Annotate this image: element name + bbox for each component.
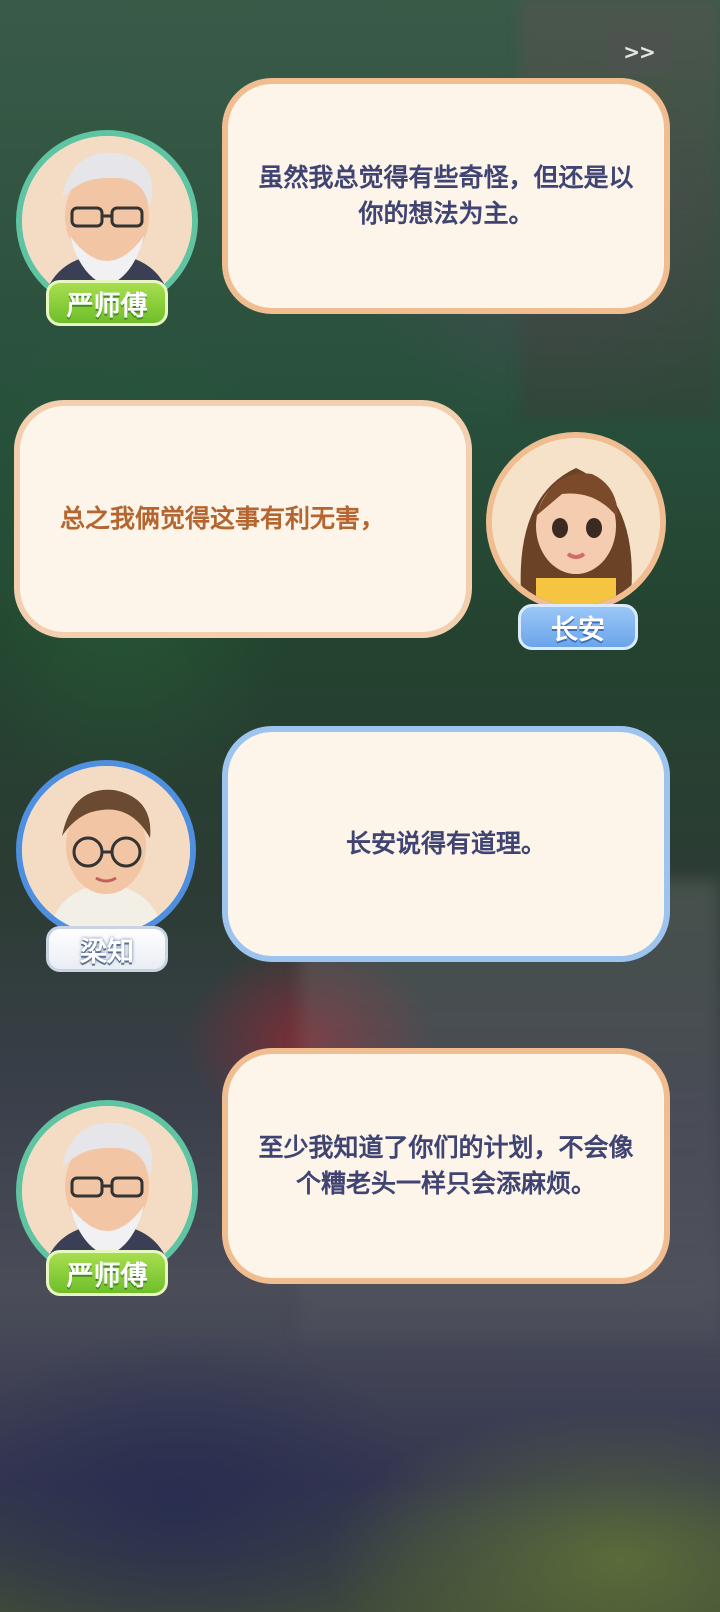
avatar-chang-an (486, 432, 666, 612)
dialogue-text: 总之我俩觉得这事有利无害， (60, 504, 386, 533)
speech-bubble[interactable]: 长安说得有道理。 (222, 726, 670, 962)
speech-bubble[interactable]: 至少我知道了你们的计划，不会像个糟老头一样只会添麻烦。 (222, 1048, 670, 1284)
dialogue-text: 至少我知道了你们的计划，不会像个糟老头一样只会添麻烦。 (258, 1133, 634, 1198)
girl-portrait-icon (492, 438, 660, 606)
speech-bubble[interactable]: 虽然我总觉得有些奇怪，但还是以你的想法为主。 (222, 78, 670, 314)
young-man-portrait-icon (22, 766, 190, 934)
skip-button[interactable]: >> (606, 30, 672, 74)
nametag-chang-an: 长安 (518, 604, 638, 650)
nametag-yan-shifu: 严师傅 (46, 280, 168, 326)
dialogue-text: 长安说得有道理。 (345, 829, 546, 858)
dialogue-text: 虽然我总觉得有些奇怪，但还是以你的想法为主。 (258, 163, 634, 228)
avatar-liang-zhi (16, 760, 196, 940)
nametag-liang-zhi: 梁知 (46, 926, 168, 972)
nametag-yan-shifu: 严师傅 (46, 1250, 168, 1296)
speech-bubble[interactable]: 总之我俩觉得这事有利无害， (14, 400, 472, 638)
